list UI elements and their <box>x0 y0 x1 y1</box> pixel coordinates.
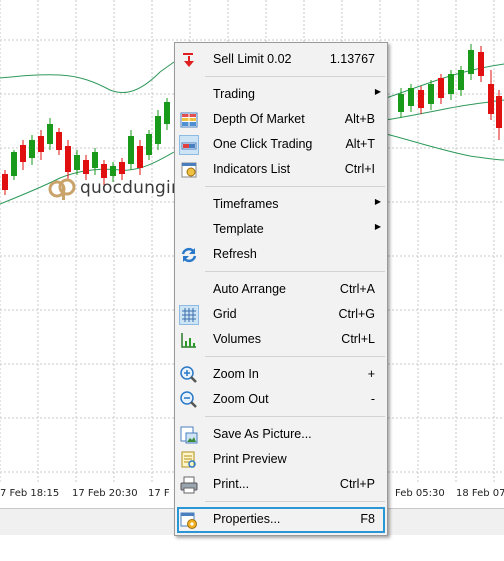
one-click-trading-icon <box>179 135 199 155</box>
menu-item-save-as-picture[interactable]: Save As Picture... <box>175 423 387 447</box>
indicators-list-icon <box>179 160 199 180</box>
print-preview-icon <box>179 450 199 470</box>
zoom-out-icon <box>179 390 199 410</box>
time-axis-label: Feb 05:30 <box>395 488 445 499</box>
status-strip <box>0 535 504 561</box>
submenu-arrow-icon: ▶ <box>374 197 381 206</box>
printer-icon <box>179 475 199 495</box>
lower-band-line-right <box>385 133 504 161</box>
menu-item-volumes[interactable]: Volumes Ctrl+L <box>175 328 387 352</box>
time-axis-label: 7 Feb 18:15 <box>0 488 60 499</box>
candle-body <box>496 96 502 128</box>
save-picture-icon <box>179 425 199 445</box>
candle-body <box>29 140 35 158</box>
candle-body <box>47 124 53 144</box>
time-axis-label: 17 F <box>148 488 170 499</box>
candle-body <box>56 132 62 150</box>
menu-item-print-preview[interactable]: Print Preview <box>175 448 387 472</box>
menu-item-auto-arrange[interactable]: Auto Arrange Ctrl+A <box>175 278 387 302</box>
volumes-icon <box>179 330 199 350</box>
candle-body <box>74 155 80 170</box>
refresh-icon <box>179 245 199 265</box>
candle-body <box>65 146 71 172</box>
candle-body <box>458 70 464 90</box>
menu-item-timeframes[interactable]: Timeframes ▶ <box>175 193 387 217</box>
candle-body <box>488 84 494 114</box>
time-axis-label: 18 Feb 07: <box>456 488 504 499</box>
time-axis-label: 17 Feb 20:30 <box>72 488 138 499</box>
candle-body <box>418 90 424 108</box>
depth-of-market-icon <box>179 110 199 130</box>
sell-arrow-icon <box>179 50 199 70</box>
candle-body <box>164 102 170 124</box>
candle-body <box>408 88 414 106</box>
candle-body <box>428 84 434 104</box>
candle-body <box>398 94 404 112</box>
upper-band-line-right <box>385 63 504 99</box>
menu-item-properties[interactable]: Properties... F8 <box>177 507 385 533</box>
menu-item-depth-of-market[interactable]: Depth Of Market Alt+B <box>175 108 387 132</box>
candle-body <box>478 52 484 76</box>
candle-body <box>146 134 152 155</box>
candle-body <box>119 162 125 174</box>
upper-band-line <box>0 61 175 94</box>
candle-body <box>448 74 454 94</box>
candle-body <box>137 146 143 168</box>
candle-body <box>38 136 44 152</box>
properties-icon <box>179 510 199 530</box>
menu-item-refresh[interactable]: Refresh <box>175 243 387 267</box>
menu-item-print[interactable]: Print... Ctrl+P <box>175 473 387 497</box>
menu-item-trading[interactable]: Trading ▶ <box>175 83 387 107</box>
menu-item-zoom-in[interactable]: Zoom In + <box>175 363 387 387</box>
submenu-arrow-icon: ▶ <box>374 222 381 231</box>
menu-item-indicators-list[interactable]: Indicators List Ctrl+I <box>175 158 387 182</box>
menu-item-grid[interactable]: Grid Ctrl+G <box>175 303 387 327</box>
menu-item-template[interactable]: Template ▶ <box>175 218 387 242</box>
candle-body <box>468 50 474 74</box>
submenu-arrow-icon: ▶ <box>374 87 381 96</box>
watermark-logo-icon <box>48 178 76 200</box>
menu-item-sell-limit[interactable]: Sell Limit 0.02 1.13767 <box>175 48 387 72</box>
candle-body <box>438 78 444 98</box>
menu-item-one-click-trading[interactable]: One Click Trading Alt+T <box>175 133 387 157</box>
candle-body <box>155 116 161 144</box>
candle-body <box>2 174 8 190</box>
candle-body <box>128 136 134 164</box>
candle-body <box>20 145 26 162</box>
candle-body <box>83 160 89 174</box>
zoom-in-icon <box>179 365 199 385</box>
candle-body <box>92 152 98 168</box>
chart-context-menu: Sell Limit 0.02 1.13767 Trading ▶ Depth … <box>174 42 388 536</box>
candle-body <box>11 152 17 176</box>
grid-icon <box>179 305 199 325</box>
menu-item-zoom-out[interactable]: Zoom Out - <box>175 388 387 412</box>
